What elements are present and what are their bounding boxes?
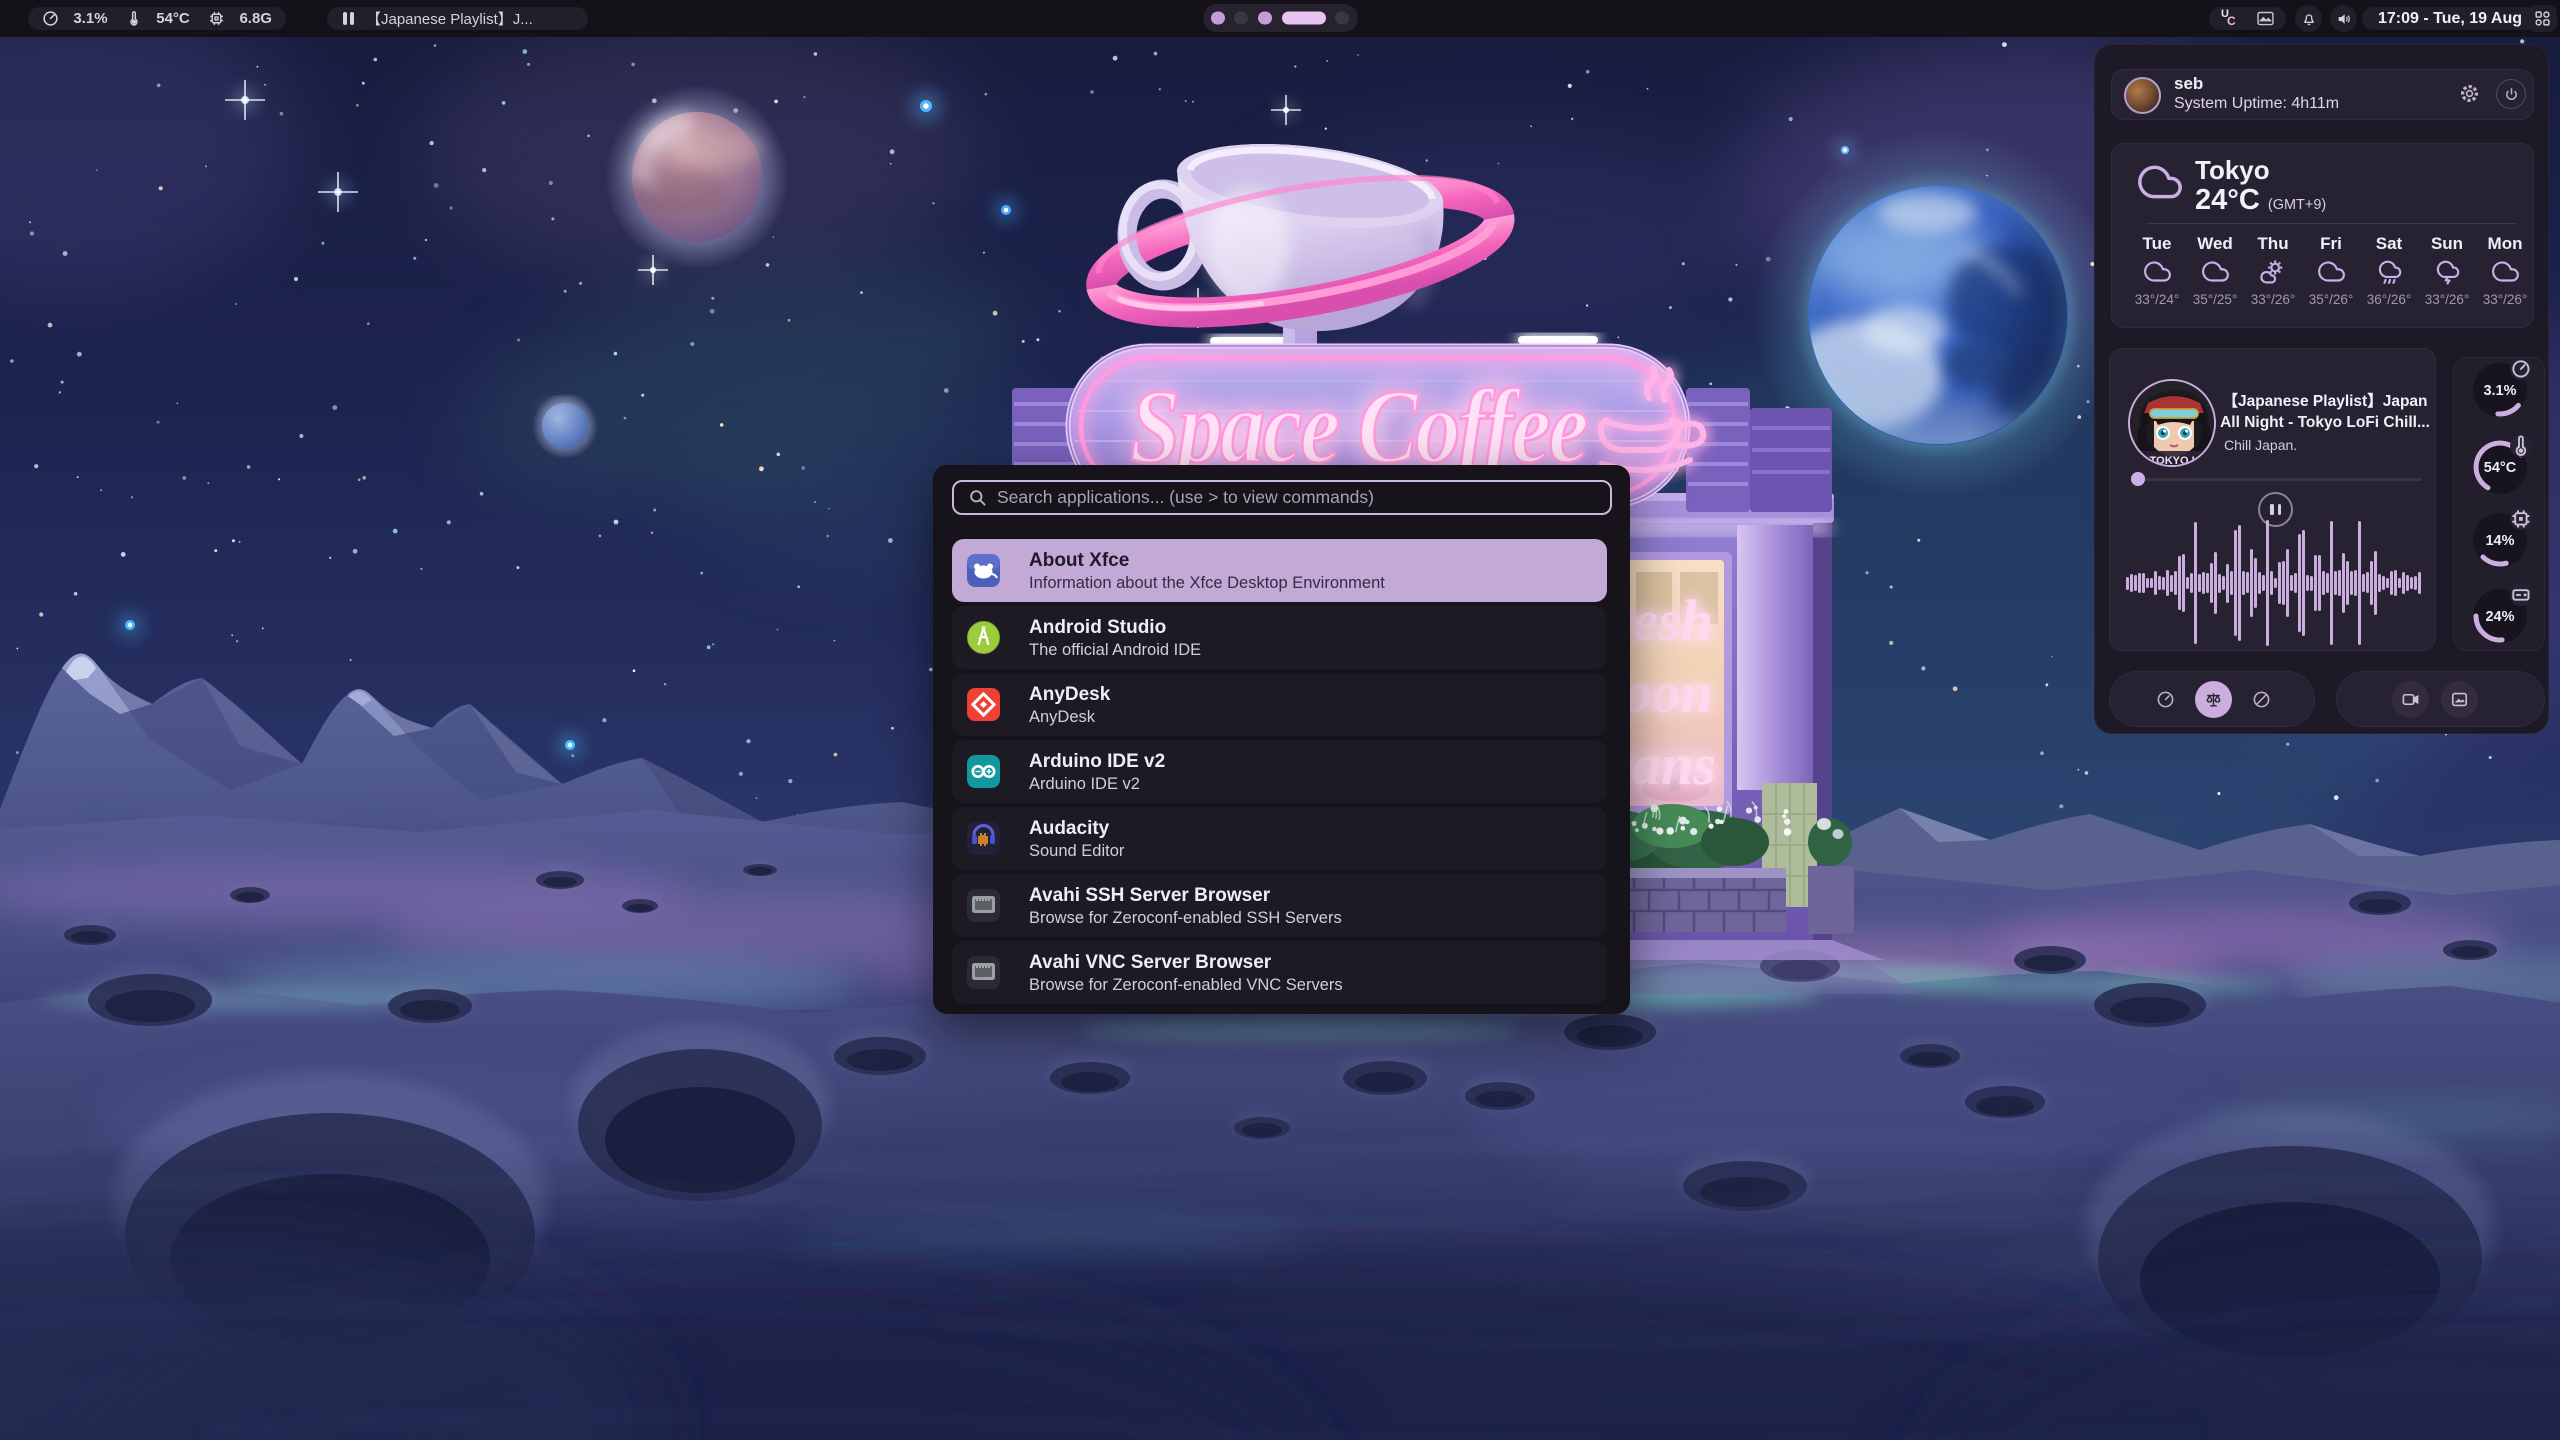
svg-text:TOKYO L: TOKYO L — [2150, 455, 2199, 467]
svg-text:24%: 24% — [2485, 609, 2514, 625]
svg-text:14%: 14% — [2485, 533, 2514, 549]
svg-text:54°C: 54°C — [2484, 460, 2517, 476]
svg-text:3.1%: 3.1% — [2483, 383, 2516, 399]
